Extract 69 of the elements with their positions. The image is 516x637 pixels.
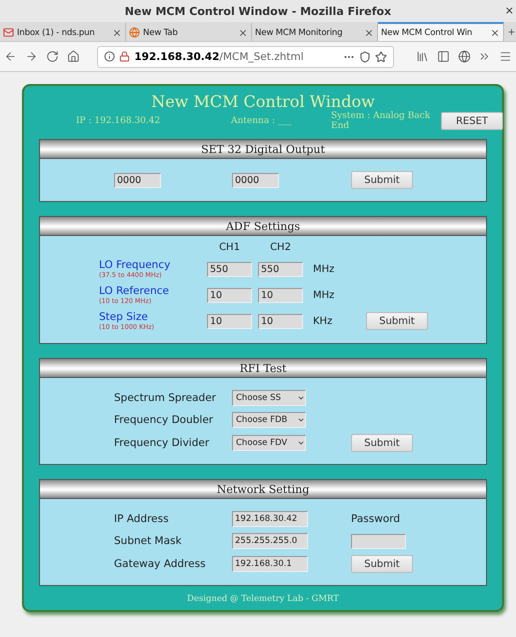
footer-text: Designed @ Telemetry Lab - GMRT (187, 594, 339, 604)
input-field[interactable]: 550 (258, 262, 303, 276)
input-field[interactable]: 0000 (232, 172, 279, 188)
setting-label: Spectrum Spreader (114, 392, 217, 404)
sidebar-icon[interactable] (436, 50, 450, 63)
caret-icon (297, 416, 305, 424)
input-field[interactable]: 550 (207, 262, 252, 276)
column-header: CH1 (218, 242, 241, 253)
mail-icon (3, 27, 14, 38)
submit-button[interactable]: Submit (351, 171, 413, 189)
forward-icon[interactable] (24, 50, 38, 63)
password-label: Password (351, 513, 402, 525)
section-header: ADF Settings (40, 217, 486, 236)
setting-label: Gateway Address (114, 558, 207, 570)
close-icon[interactable] (238, 28, 248, 38)
close-icon[interactable] (112, 28, 122, 38)
column-header: CH2 (269, 242, 292, 253)
password-field[interactable] (351, 534, 406, 548)
back-icon[interactable] (4, 50, 17, 63)
setting-label: IP Address (114, 513, 170, 525)
submit-button[interactable]: Submit (351, 434, 413, 452)
submit-button[interactable]: Submit (351, 555, 413, 573)
browser-tab[interactable]: Inbox (1) - nds.pun (0, 22, 126, 41)
setting-label: Frequency Divider (114, 437, 210, 449)
setting-label: Step Size (99, 311, 149, 323)
info-icon[interactable] (104, 51, 116, 62)
close-button[interactable]: × (504, 4, 514, 17)
page-title: New MCM Control Window (151, 92, 375, 111)
system-text: System : Analog Back End (331, 111, 432, 131)
section-header: Network Setting (40, 480, 486, 499)
caret-icon (297, 439, 305, 447)
window-title: New MCM Control Window - Mozilla Firefox (124, 4, 392, 18)
setting-label: LO Frequency (99, 259, 172, 271)
input-field[interactable]: 10 (207, 288, 252, 302)
caret-icon (297, 394, 305, 402)
lock-icon (119, 51, 130, 62)
setting-label: LO Reference (99, 285, 170, 297)
globe-icon (129, 27, 140, 38)
setting-label: Frequency Doubler (114, 414, 214, 426)
menu-icon[interactable] (499, 50, 512, 63)
dropdown[interactable]: Choose FDV (232, 435, 306, 451)
setting-label: Subnet Mask (114, 535, 183, 547)
star-icon[interactable] (374, 50, 387, 62)
input-field[interactable]: 192.168.30.1 (232, 556, 308, 572)
input-field[interactable]: 10 (258, 314, 303, 328)
home-icon[interactable] (66, 50, 80, 63)
reload-icon[interactable] (46, 50, 59, 63)
close-icon[interactable] (364, 28, 374, 38)
browser-tab[interactable]: New Tab (126, 22, 252, 41)
dropdown[interactable]: Choose FDB (232, 412, 306, 428)
section-header: RFI Test (40, 359, 486, 378)
library-icon[interactable] (416, 50, 429, 63)
address-bar[interactable]: 192.168.30.42/MCM_Set.zhtml (97, 46, 394, 68)
reset-button[interactable]: RESET (441, 112, 503, 130)
input-field[interactable]: 255.255.255.0 (232, 533, 308, 549)
submit-button[interactable]: Submit (366, 312, 428, 330)
input-field[interactable]: 10 (207, 314, 252, 328)
input-field[interactable]: 192.168.30.42 (232, 511, 308, 527)
browser-tab[interactable]: New MCM Control Win (378, 22, 504, 41)
unit-label: KHz (313, 316, 334, 326)
input-field[interactable]: 0000 (114, 172, 161, 188)
antenna-text: Antenna : ___ (231, 116, 292, 126)
ip-text: IP : 192.168.30.42 (76, 116, 162, 126)
close-icon[interactable] (490, 28, 500, 38)
unit-label: MHz (313, 290, 336, 300)
dropdown[interactable]: Choose SS (232, 390, 306, 406)
unit-label: MHz (313, 264, 336, 274)
section-header: SET 32 Digital Output (40, 140, 486, 159)
input-field[interactable]: 10 (258, 288, 303, 302)
